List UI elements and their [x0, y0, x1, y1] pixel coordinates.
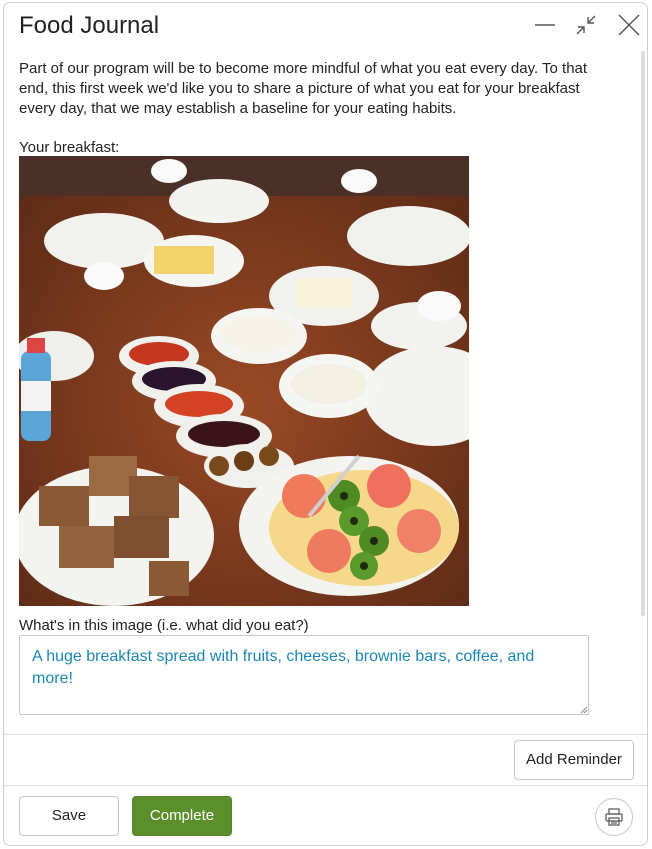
intro-text: Part of our program will be to become mo…	[19, 60, 588, 117]
close-icon[interactable]	[615, 11, 643, 39]
resize-grip-icon[interactable]	[580, 706, 588, 714]
breakfast-photo	[19, 156, 469, 606]
complete-button[interactable]: Complete	[132, 796, 232, 836]
collapse-arrows-icon[interactable]	[572, 11, 600, 39]
question-label: What's in this image (i.e. what did you …	[19, 617, 309, 634]
breakfast-label: Your breakfast:	[19, 139, 120, 156]
dialog-title: Food Journal	[19, 12, 160, 39]
print-button[interactable]	[595, 798, 633, 836]
add-reminder-button[interactable]: Add Reminder	[514, 740, 634, 780]
divider	[4, 734, 647, 735]
scrollbar[interactable]	[641, 51, 645, 616]
minimize-icon[interactable]	[531, 11, 559, 39]
food-journal-dialog: Food Journal Part of our program will be…	[3, 2, 648, 846]
save-button[interactable]: Save	[19, 796, 119, 836]
answer-textarea[interactable]: A huge breakfast spread with fruits, che…	[19, 635, 589, 715]
divider	[4, 785, 647, 786]
printer-icon	[605, 808, 623, 826]
